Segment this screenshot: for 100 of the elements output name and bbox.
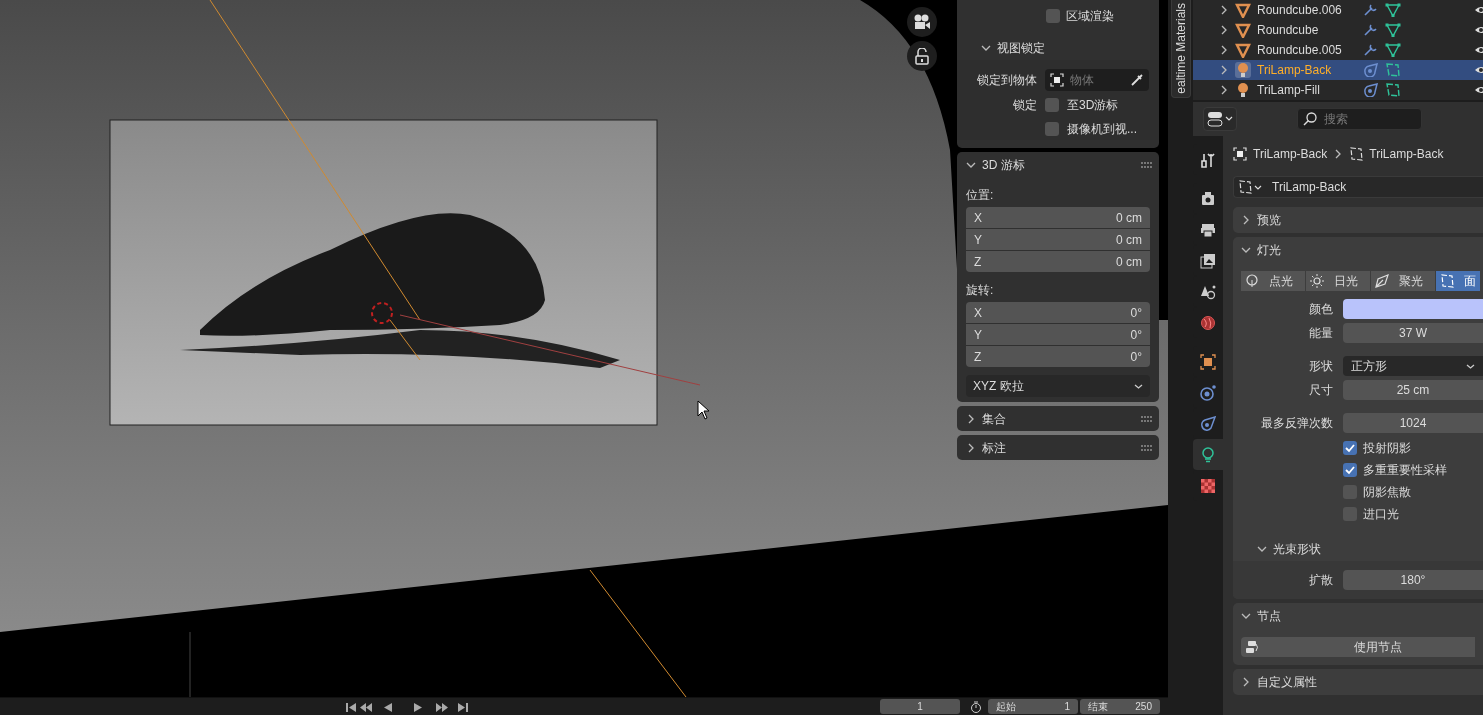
use-nodes-button[interactable]: 使用节点 [1241,637,1475,657]
field-label: 颜色 [1308,301,1333,318]
triangle-icon [1235,42,1251,58]
start-frame-field[interactable]: 起始 1 [988,699,1078,714]
wrench-icon [1363,3,1379,17]
editor-type-button[interactable] [1203,107,1237,131]
area-light-icon [1238,179,1264,195]
panel-title[interactable]: 灯光 [1257,241,1281,259]
number-field[interactable]: 25 cm [1343,380,1483,400]
lock-button[interactable] [907,41,937,71]
area-light-icon [1385,83,1401,97]
datablock-field[interactable]: TriLamp-Back [1233,176,1483,198]
object-icon [1050,73,1064,87]
object-icon [1233,147,1247,161]
number-field[interactable]: 180° [1343,570,1483,590]
breadcrumb-item[interactable]: TriLamp-Back [1253,145,1328,163]
object-name[interactable]: TriLamp-Fill [1257,81,1357,99]
chevron-right-icon[interactable] [966,442,976,453]
node-tree-icon [1245,640,1261,654]
checkbox[interactable] [1045,98,1059,112]
checkbox[interactable] [1045,122,1059,136]
chevron-down-icon[interactable] [1241,611,1251,621]
end-frame-field[interactable]: 结束 250 [1080,699,1160,714]
object-properties-icon [1200,353,1216,370]
chevron-down-icon[interactable] [981,43,991,53]
number-field[interactable]: 37 W [1343,323,1483,343]
panel-title[interactable]: 节点 [1257,607,1281,625]
sidebar-tab[interactable]: ealtime Materials [1170,0,1191,98]
number-field[interactable]: 1024 [1343,413,1483,433]
drag-handle-icon [1141,444,1153,451]
properties-tab[interactable] [1193,439,1223,470]
dropdown[interactable]: XYZ 欧拉 [966,375,1150,397]
checkbox-label: 至3D游标 [1067,97,1119,114]
chevron-right-icon[interactable] [1241,215,1251,225]
light-bulb-icon [1235,62,1251,78]
mesh-data-icon [1385,43,1401,57]
checkbox[interactable] [1046,9,1060,23]
outliner-row[interactable]: Roundcube.005 [1193,40,1483,60]
object-name[interactable]: TriLamp-Back [1257,61,1357,79]
outliner-row[interactable]: TriLamp-Fill [1193,80,1483,100]
triangle-icon [1235,22,1251,38]
panel-title[interactable]: 集合 [982,409,1006,428]
orbit-icon [1200,384,1216,401]
panel-title[interactable]: 自定义属性 [1257,673,1317,691]
light-bulb-icon [1235,82,1251,98]
chevron-down-icon[interactable] [1257,544,1267,554]
toggle-switches-icon [1207,111,1233,127]
field-label: 扩散 [1308,572,1333,589]
checkmark-icon [1345,465,1355,475]
mouse-pointer-icon [697,400,711,420]
subpanel-title[interactable]: 视图锁定 [997,39,1045,57]
spot-light-icon [1375,274,1389,288]
printer-icon [1200,221,1216,238]
outliner-row[interactable]: Roundcube.006 [1193,0,1483,20]
light-type-tab[interactable]: 面 [1436,271,1480,291]
dropdown[interactable]: 正方形 [1343,356,1483,376]
panel-title[interactable]: 标注 [982,438,1006,457]
checkbox-label: 进口光 [1363,506,1399,523]
breadcrumb-item[interactable]: TriLamp-Back [1369,145,1444,163]
chevron-right-icon[interactable] [966,413,976,424]
color-swatch[interactable] [1343,299,1483,319]
light-type-tab[interactable]: 聚光 [1371,271,1435,291]
object-name[interactable]: Roundcube [1257,21,1357,39]
number-field[interactable]: Y 0 cm [966,229,1150,250]
field-label: 尺寸 [1308,382,1333,399]
area-light-icon [1349,147,1364,161]
light-type-tab[interactable]: 日光 [1306,271,1370,291]
triangle-icon [1235,2,1251,18]
chevron-right-icon[interactable] [1241,677,1251,687]
wrench-icon [1363,23,1379,37]
checkbox[interactable] [1343,463,1357,477]
number-field[interactable]: X 0° [966,302,1150,323]
number-field[interactable]: Z 0 cm [966,251,1150,272]
globe-icon [1200,314,1216,331]
number-field[interactable]: X 0 cm [966,207,1150,228]
camera-back-icon [1200,190,1216,207]
wrench-icon [1363,43,1379,57]
image-stack-icon [1200,252,1216,269]
outliner-row[interactable]: TriLamp-Back [1193,60,1483,80]
panel-title[interactable]: 预览 [1257,211,1281,229]
outliner-row[interactable]: Roundcube [1193,20,1483,40]
field-label: 形状 [1308,358,1333,375]
number-field[interactable]: Y 0° [966,324,1150,345]
mesh-data-icon [1385,3,1401,17]
eyedropper-icon [1130,73,1144,87]
number-field[interactable]: Z 0° [966,346,1150,367]
object-field[interactable]: 物体 [1045,69,1149,91]
checkbox-label: 摄像机到视... [1067,121,1137,138]
checkbox[interactable] [1343,441,1357,455]
chevron-down-icon[interactable] [1241,245,1251,255]
object-name[interactable]: Roundcube.006 [1257,1,1357,19]
search-field[interactable]: 搜索 [1297,108,1422,130]
panel-title[interactable]: 3D 游标 [982,155,1025,174]
subpanel-title[interactable]: 光束形状 [1273,540,1321,558]
camera-view-button[interactable] [907,7,937,37]
checkbox-label: 区域渲染 [1066,8,1114,25]
object-name[interactable]: Roundcube.005 [1257,41,1357,59]
frame-field[interactable]: 1 [880,699,960,714]
light-type-tab[interactable]: 点光 [1241,271,1305,291]
search-icon [1303,112,1317,126]
